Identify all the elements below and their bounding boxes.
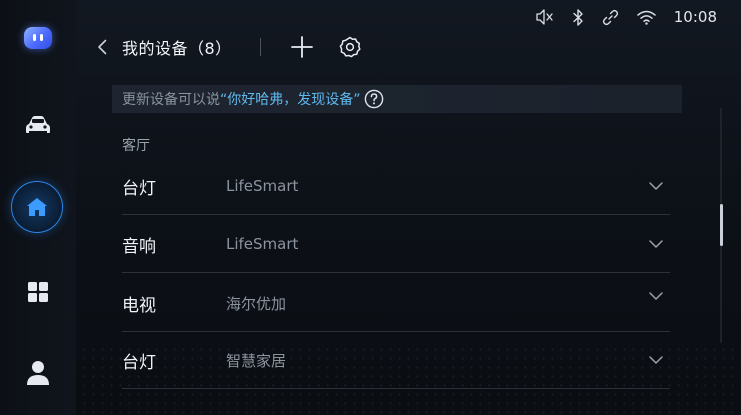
chevron-down-icon[interactable] xyxy=(648,291,664,301)
assistant-robot-icon[interactable] xyxy=(24,27,52,49)
room-section-label: 客厅 xyxy=(122,138,150,154)
device-brand: 智慧家居 xyxy=(226,351,287,370)
sidebar-item-home[interactable] xyxy=(11,181,63,233)
bluetooth-icon xyxy=(573,8,583,26)
device-name: 台灯 xyxy=(122,352,156,373)
page-title: 我的设备（8） xyxy=(122,39,232,58)
help-button[interactable] xyxy=(364,89,384,109)
add-device-button[interactable] xyxy=(289,34,315,60)
header-divider xyxy=(259,38,261,56)
device-brand: LifeSmart xyxy=(226,235,299,253)
screen: 10:08 我的设备（8） 更新设备可以说 “你好哈弗，发现设备” 客厅 台灯 … xyxy=(0,0,741,415)
device-name: 电视 xyxy=(122,295,156,316)
chevron-down-icon[interactable] xyxy=(648,355,664,365)
wifi-icon xyxy=(637,10,656,25)
hint-prefix: 更新设备可以说 xyxy=(122,92,220,108)
device-brand: LifeSmart xyxy=(226,177,299,195)
gear-icon xyxy=(339,36,361,58)
settings-button[interactable] xyxy=(337,34,363,60)
home-icon xyxy=(27,198,47,216)
scrollbar-thumb[interactable] xyxy=(720,204,723,246)
header: 我的设备（8） xyxy=(92,33,363,61)
device-brand: 海尔优加 xyxy=(226,294,287,313)
device-row[interactable]: 台灯 LifeSmart xyxy=(122,158,670,215)
voice-hint-bar: 更新设备可以说 “你好哈弗，发现设备” xyxy=(112,85,682,113)
status-bar: 10:08 xyxy=(536,8,717,26)
clock: 10:08 xyxy=(673,8,717,26)
car-icon xyxy=(26,116,50,133)
sidebar-item-user[interactable] xyxy=(0,358,76,388)
device-row[interactable]: 台灯 智慧家居 xyxy=(122,332,670,389)
apps-grid-icon xyxy=(28,282,48,302)
sidebar-item-car[interactable] xyxy=(0,110,76,140)
chevron-down-icon[interactable] xyxy=(648,181,664,191)
help-icon xyxy=(364,89,383,109)
sidebar xyxy=(0,0,76,415)
device-row[interactable]: 音响 LifeSmart xyxy=(122,216,670,273)
device-row[interactable]: 电视 海尔优加 xyxy=(122,275,670,332)
user-icon xyxy=(27,361,49,385)
plus-icon xyxy=(290,36,313,58)
back-button[interactable] xyxy=(92,35,112,59)
chevron-down-icon[interactable] xyxy=(648,239,664,249)
link-icon xyxy=(602,9,618,25)
device-name: 台灯 xyxy=(122,178,156,199)
hint-phrase: “你好哈弗，发现设备” xyxy=(220,92,361,108)
chevron-left-icon xyxy=(98,39,107,55)
device-name: 音响 xyxy=(122,236,156,257)
mute-icon xyxy=(536,9,553,25)
sidebar-item-apps[interactable] xyxy=(0,278,76,306)
